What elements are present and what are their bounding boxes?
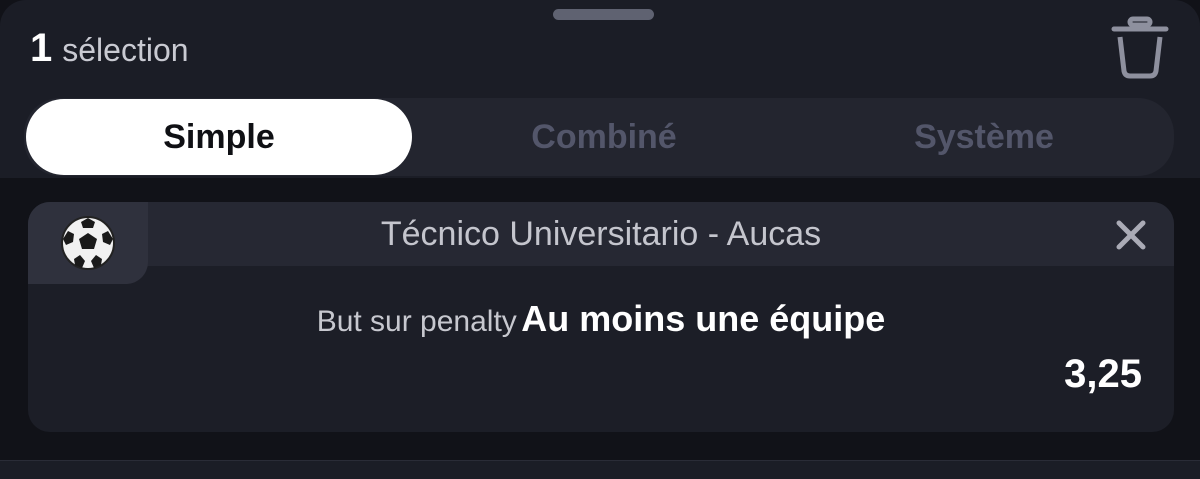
tab-simple[interactable]: Simple — [26, 99, 412, 175]
betslip-sheet: 1 sélection Simple Combiné Système Técni… — [0, 0, 1200, 479]
match-title: Técnico Universitario - Aucas — [380, 214, 822, 253]
bottom-panel — [0, 460, 1200, 479]
bet-type-tabs: Simple Combiné Système — [24, 98, 1174, 176]
tab-systeme[interactable]: Système — [794, 98, 1174, 176]
sport-badge — [28, 202, 148, 284]
bet-selection-card: Técnico Universitario - Aucas But sur pe… — [28, 202, 1174, 432]
close-icon — [1116, 220, 1146, 250]
market-name: But sur penalty — [316, 305, 517, 338]
remove-selection-button[interactable] — [1114, 218, 1148, 252]
clear-selections-button[interactable] — [1110, 16, 1170, 80]
drag-handle[interactable] — [553, 9, 654, 20]
soccer-ball-icon — [61, 216, 115, 270]
tab-combine[interactable]: Combiné — [414, 98, 794, 176]
selection-details: But sur penalty Au moins une équipe — [28, 298, 1174, 340]
trash-icon — [1111, 16, 1169, 79]
odds-value: 3,25 — [1064, 352, 1142, 396]
selection-count-label: sélection — [62, 32, 189, 68]
selection-count: 1 — [30, 26, 53, 70]
betslip-header-panel: 1 sélection Simple Combiné Système — [0, 0, 1200, 178]
selection-count-header: 1 sélection — [30, 26, 189, 76]
selected-outcome: Au moins une équipe — [521, 298, 886, 339]
